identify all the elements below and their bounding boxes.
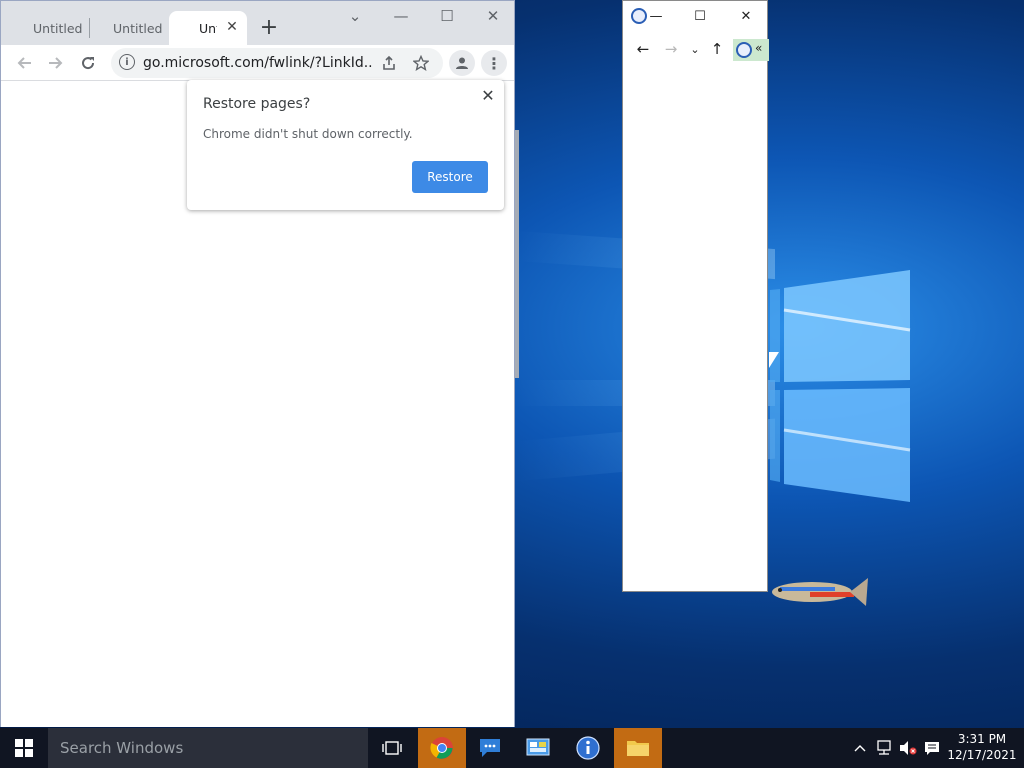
tab-1[interactable]: Untitled xyxy=(33,11,87,45)
taskbar-messaging-app[interactable] xyxy=(466,728,514,768)
tab-close-icon[interactable]: ✕ xyxy=(223,17,241,37)
maximize-button[interactable]: ☐ xyxy=(433,5,461,27)
clock-date: 12/17/2021 xyxy=(947,748,1017,762)
control-panel-icon xyxy=(526,738,550,756)
minimize-button[interactable]: — xyxy=(645,7,667,25)
explorer-window: — ☐ ✕ ← → ⌄ ↑ « xyxy=(622,0,769,592)
fish-desktop-decoration xyxy=(772,578,868,606)
close-window-button[interactable]: ✕ xyxy=(735,7,757,25)
chrome-menu-icon[interactable]: ⋮ xyxy=(481,50,507,76)
tab-title: Untitled xyxy=(33,20,83,36)
tab-title: Untitled xyxy=(113,20,163,36)
task-view-icon xyxy=(382,741,402,755)
windows-logo-wallpaper xyxy=(770,270,911,502)
info-icon xyxy=(576,736,600,760)
dialog-title: Restore pages? xyxy=(203,96,311,112)
restore-pages-dialog: Restore pages? Chrome didn't shut down c… xyxy=(187,80,504,210)
reload-icon[interactable] xyxy=(75,50,101,76)
tab-2[interactable]: Untitled xyxy=(113,11,163,45)
new-tab-button[interactable]: + xyxy=(257,14,281,40)
volume-muted-icon[interactable] xyxy=(898,738,918,758)
taskbar: Search Windows 3:31 PM 12/17/2021 xyxy=(0,728,1024,768)
windows-start-icon xyxy=(15,739,33,757)
profile-avatar-icon[interactable] xyxy=(449,50,475,76)
up-arrow-icon[interactable]: ↑ xyxy=(707,39,727,59)
forward-arrow-icon[interactable] xyxy=(43,50,69,76)
taskbar-chrome-app[interactable] xyxy=(418,728,466,768)
chrome-icon xyxy=(430,737,453,759)
taskbar-file-explorer-app[interactable] xyxy=(614,728,662,768)
tab-search-chevron-icon[interactable]: ⌄ xyxy=(341,5,369,27)
bookmark-star-icon[interactable] xyxy=(409,51,433,75)
show-hidden-icons-chevron-icon[interactable] xyxy=(850,738,870,758)
notifications-icon[interactable] xyxy=(922,738,942,758)
explorer-titlebar: — ☐ ✕ xyxy=(623,1,767,31)
dialog-close-icon[interactable]: ✕ xyxy=(477,84,499,106)
taskbar-control-panel-app[interactable] xyxy=(514,728,562,768)
chrome-toolbar: i go.microsoft.com/fwlink/?LinkId... ⋮ xyxy=(1,45,514,81)
tab-title: Untitled xyxy=(199,20,217,36)
address-overflow-text: « xyxy=(755,41,763,55)
clock-time: 3:31 PM xyxy=(957,732,1007,746)
location-globe-icon xyxy=(736,42,752,58)
minimize-button[interactable]: — xyxy=(387,5,415,27)
address-bar[interactable]: « xyxy=(733,39,769,61)
forward-arrow-icon[interactable]: → xyxy=(661,39,681,59)
mouse-cursor xyxy=(769,352,779,368)
url-text[interactable]: go.microsoft.com/fwlink/?LinkId... xyxy=(143,48,373,78)
taskbar-search-box[interactable]: Search Windows xyxy=(48,728,368,768)
tab-divider xyxy=(89,18,90,38)
address-bar[interactable]: i go.microsoft.com/fwlink/?LinkId... xyxy=(111,48,443,78)
taskbar-clock[interactable]: 3:31 PM 12/17/2021 xyxy=(944,731,1020,763)
scrollbar[interactable] xyxy=(515,130,519,378)
recent-locations-chevron-icon[interactable]: ⌄ xyxy=(685,39,705,59)
start-button[interactable] xyxy=(0,728,48,768)
maximize-button[interactable]: ☐ xyxy=(689,7,711,25)
site-info-icon[interactable]: i xyxy=(119,54,135,70)
close-window-button[interactable]: ✕ xyxy=(479,5,507,27)
taskbar-info-app[interactable] xyxy=(564,728,612,768)
dialog-message: Chrome didn't shut down correctly. xyxy=(203,127,413,141)
folder-icon xyxy=(627,741,649,756)
restore-button[interactable]: Restore xyxy=(412,161,488,193)
back-arrow-icon[interactable] xyxy=(11,50,37,76)
task-view-button[interactable] xyxy=(368,728,416,768)
chat-bubble-icon xyxy=(480,739,500,757)
share-icon[interactable] xyxy=(377,51,401,75)
back-arrow-icon[interactable]: ← xyxy=(633,39,653,59)
tab-strip: Untitled Untitled Untitled ✕ + ⌄ — ☐ ✕ xyxy=(1,1,514,45)
network-icon[interactable] xyxy=(874,738,894,758)
